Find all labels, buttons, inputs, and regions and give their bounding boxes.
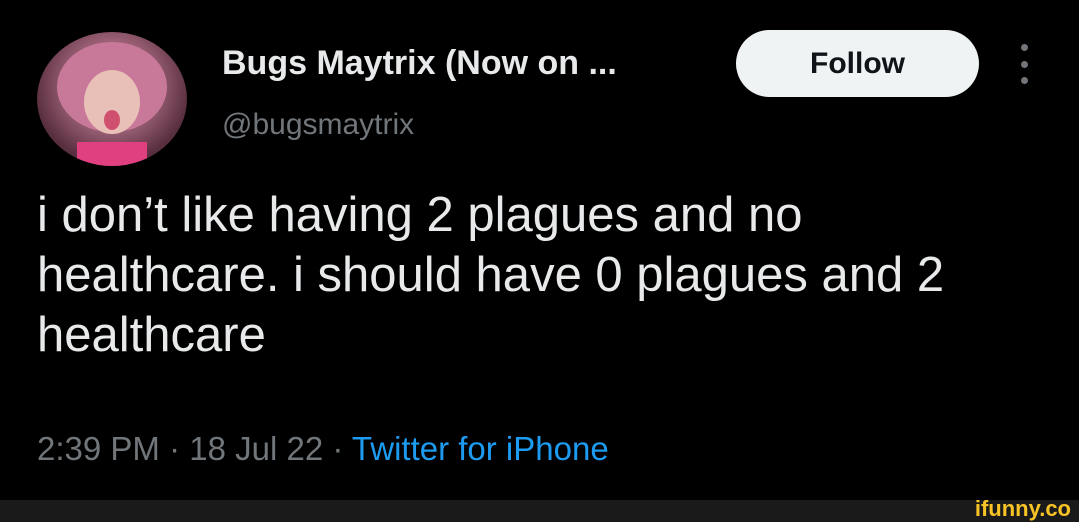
more-dot bbox=[1020, 60, 1028, 68]
watermark-logo: ifunny.co bbox=[974, 496, 1071, 521]
follow-button[interactable]: Follow bbox=[736, 30, 979, 97]
author-name[interactable]: Bugs Maytrix (Now on ... bbox=[222, 44, 617, 83]
tweet-time[interactable]: 2:39 PM bbox=[37, 430, 160, 467]
tweet-date[interactable]: 18 Jul 22 bbox=[189, 430, 323, 467]
tweet-meta: 2:39 PM · 18 Jul 22 · Twitter for iPhone bbox=[37, 430, 609, 468]
more-dot bbox=[1020, 77, 1028, 84]
tweet-text: i don’t like having 2 plagues and no hea… bbox=[37, 188, 945, 362]
author-handle[interactable]: @bugsmaytrix bbox=[222, 108, 414, 142]
meta-separator: · bbox=[159, 430, 190, 467]
meta-separator: · bbox=[323, 430, 352, 467]
more-dot bbox=[1020, 44, 1028, 51]
watermark-bar bbox=[0, 500, 1079, 522]
avatar-image bbox=[57, 42, 167, 166]
avatar[interactable] bbox=[37, 32, 187, 166]
more-options-icon[interactable] bbox=[1012, 44, 1036, 84]
tweet-source-link[interactable]: Twitter for iPhone bbox=[352, 430, 609, 467]
